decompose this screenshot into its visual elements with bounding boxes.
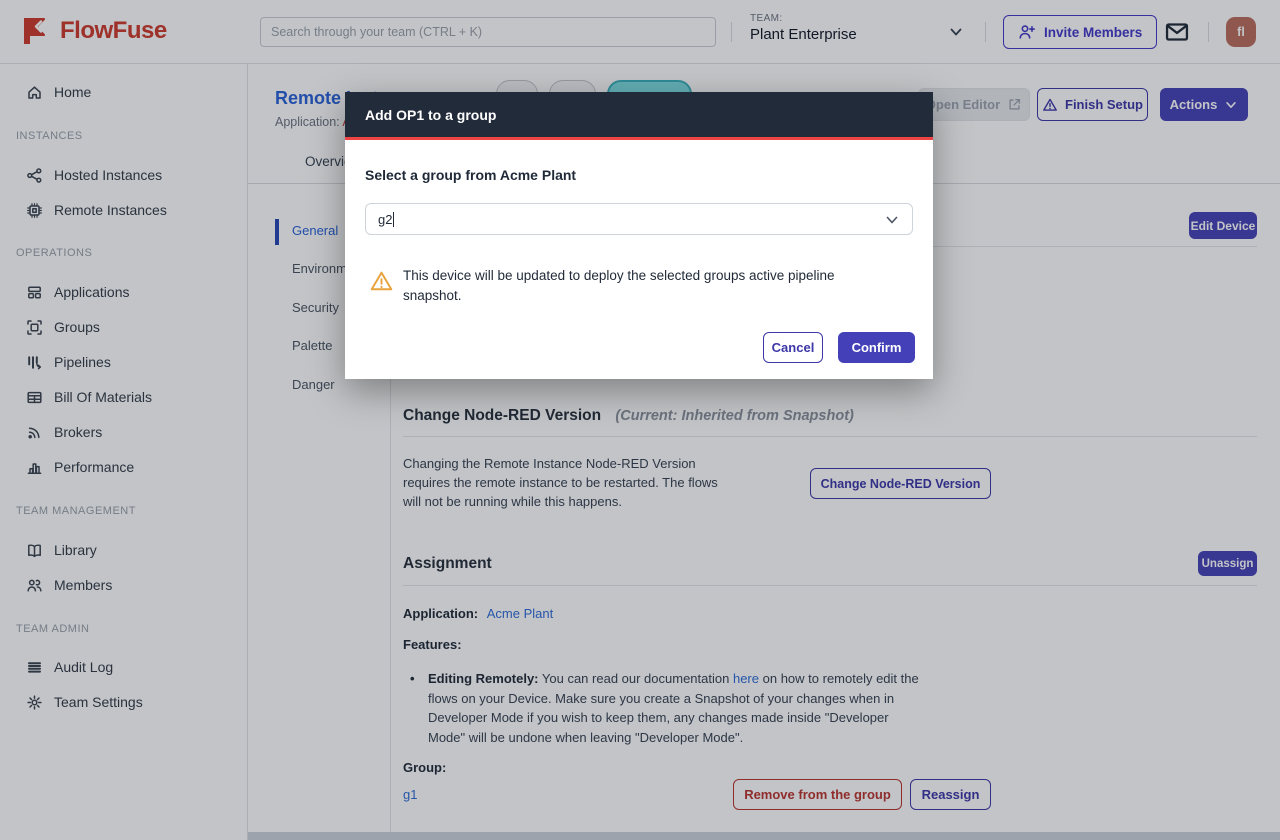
group-select-label: Select a group from Acme Plant — [365, 167, 576, 183]
cancel-button[interactable]: Cancel — [763, 332, 823, 363]
group-select-input[interactable]: g2 — [365, 203, 913, 235]
dialog-header: Add OP1 to a group — [345, 92, 933, 137]
warning-triangle-icon — [369, 269, 394, 294]
dialog-body: Select a group from Acme Plant g2 This d… — [345, 140, 933, 379]
app-root: FlowFuse TEAM: Plant Enterprise Invite M… — [0, 0, 1280, 840]
dialog-title: Add OP1 to a group — [365, 107, 496, 123]
add-to-group-dialog: Add OP1 to a group Select a group from A… — [345, 92, 933, 379]
text-caret — [393, 212, 394, 227]
confirm-button[interactable]: Confirm — [838, 332, 915, 363]
chevron-down-icon[interactable] — [884, 212, 900, 228]
warning-message: This device will be updated to deploy th… — [403, 266, 873, 306]
group-select-value: g2 — [378, 212, 392, 227]
